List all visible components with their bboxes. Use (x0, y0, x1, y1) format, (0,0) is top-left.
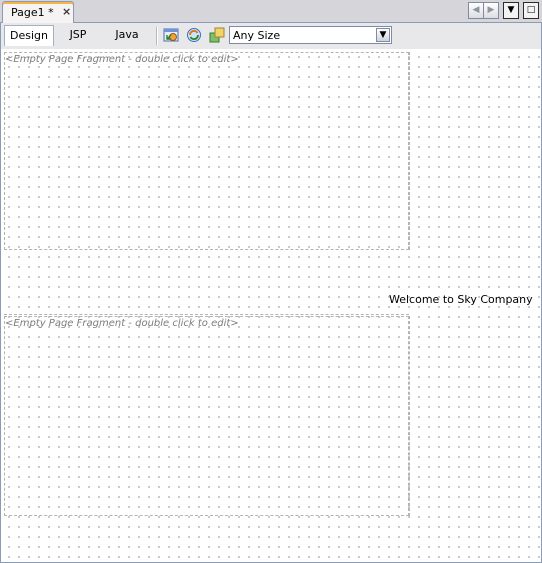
close-tab-icon[interactable]: × (62, 5, 71, 18)
maximize-window-icon[interactable]: □ (523, 2, 539, 19)
target-size-value: Any Size (233, 29, 281, 42)
refresh-icon[interactable] (186, 27, 202, 43)
editor-tab-strip: Page1 * × ◀ ▶ ▼ □ (0, 0, 542, 23)
tab-design[interactable]: Design (4, 25, 54, 46)
page-fragment-top[interactable]: <Empty Page Fragment - double click to e… (4, 52, 409, 250)
tab-java[interactable]: Java (109, 25, 145, 45)
preview-in-browser-icon[interactable] (163, 27, 179, 43)
layout-guide-vertical (409, 316, 410, 516)
document-tab-page1[interactable]: Page1 * × (2, 1, 74, 23)
tab-jsp[interactable]: JSP (61, 25, 95, 45)
chevron-down-icon[interactable]: ▼ (376, 28, 390, 42)
scroll-tabs-left-icon[interactable]: ◀ (468, 2, 484, 19)
design-canvas[interactable]: <Empty Page Fragment - double click to e… (0, 49, 542, 563)
tab-java-label: Java (115, 28, 139, 41)
tab-jsp-label: JSP (69, 28, 87, 41)
tab-design-label: Design (10, 29, 48, 42)
layout-guide-horizontal (4, 314, 409, 315)
page-fragment-label: <Empty Page Fragment - double click to e… (5, 318, 239, 329)
show-opened-documents-icon[interactable]: ▼ (503, 2, 519, 19)
toolbar-separator (156, 27, 158, 45)
scroll-tabs-right-icon[interactable]: ▶ (483, 2, 499, 19)
welcome-static-text[interactable]: Welcome to Sky Company (389, 293, 533, 306)
toggle-virtual-forms-icon[interactable] (209, 27, 225, 43)
document-tab-title: Page1 * (11, 6, 54, 19)
design-toolbar: Design JSP Java Any Size ▼ (0, 23, 542, 49)
layout-guide-vertical (409, 52, 410, 250)
target-size-select[interactable]: Any Size ▼ (229, 26, 392, 44)
page-fragment-bottom[interactable]: <Empty Page Fragment - double click to e… (4, 316, 409, 516)
page-fragment-label: <Empty Page Fragment - double click to e… (5, 54, 239, 65)
